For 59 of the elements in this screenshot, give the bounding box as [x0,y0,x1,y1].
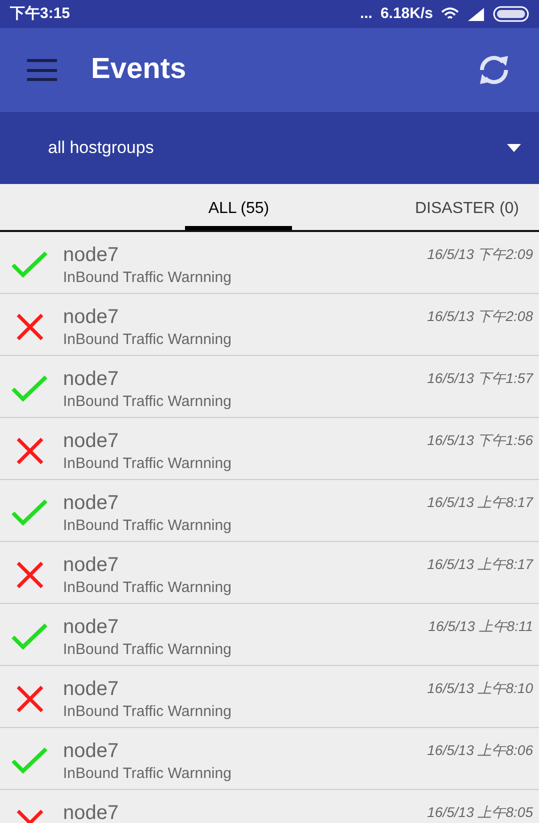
event-host: node7 [63,244,120,266]
event-host: node7 [63,430,120,452]
event-host: node7 [63,802,120,823]
event-host: node7 [63,368,120,390]
event-host: node7 [63,492,120,514]
dropdown-caret-icon [507,144,521,152]
cross-icon [15,684,45,714]
event-description: InBound Traffic Warnning [63,392,232,412]
event-row[interactable]: node7 InBound Traffic Warnning 16/5/13 下午1:56 [0,418,539,480]
event-time: 16/5/13 上午8:11 [428,617,533,636]
network-speed: 6.18K/s [380,4,433,24]
event-time: 16/5/13 上午8:05 [427,803,533,822]
status-time: 下午3:15 [10,4,70,24]
event-host: node7 [63,306,120,328]
check-icon [11,498,49,528]
event-description: InBound Traffic Warnning [63,268,232,288]
tab[interactable]: DISASTER (0) [394,184,539,230]
event-row[interactable]: node7 InBound Traffic Warnning 16/5/13 上午8:06 [0,728,539,790]
event-row[interactable]: node7 InBound Traffic Warnning 16/5/13 下午1:57 [0,356,539,418]
event-row[interactable]: node7 InBound Traffic Warnning 16/5/13 下午2:08 [0,294,539,356]
event-time: 16/5/13 下午2:08 [427,307,533,326]
event-description: InBound Traffic Warnning [63,516,232,536]
check-icon [11,250,49,280]
event-row[interactable]: node7 InBound Traffic Warnning 16/5/13 上午8:11 [0,604,539,666]
event-time: 16/5/13 下午2:09 [427,245,533,264]
check-icon [11,622,49,652]
event-description: InBound Traffic Warnning [63,640,232,660]
cross-icon [15,312,45,342]
cross-icon [15,560,45,590]
battery-icon [493,6,529,22]
event-time: 16/5/13 上午8:10 [427,679,533,698]
event-host: node7 [63,554,120,576]
event-row[interactable]: node7 InBound Traffic Warnning 16/5/13 上午8:17 [0,480,539,542]
event-description: InBound Traffic Warnning [63,764,232,784]
toolbar-title: Events [91,52,186,88]
event-host: node7 [63,616,120,638]
signal-icon [467,8,485,20]
event-time: 16/5/13 下午1:56 [427,431,533,450]
event-description: InBound Traffic Warnning [63,702,232,722]
event-description: InBound Traffic Warnning [63,454,232,474]
event-time: 16/5/13 上午8:17 [427,493,533,512]
hostgroup-dropdown[interactable]: all hostgroups [0,112,539,184]
event-row[interactable]: node7 16/5/13 上午8:05 [0,790,539,823]
cross-icon [15,436,45,466]
event-row[interactable]: node7 InBound Traffic Warnning 16/5/13 上午8:10 [0,666,539,728]
event-time: 16/5/13 上午8:17 [427,555,533,574]
event-row[interactable]: node7 InBound Traffic Warnning 16/5/13 下午2:09 [0,232,539,294]
check-icon [11,746,49,776]
tab[interactable]: ALL (55) [185,184,292,230]
event-description: InBound Traffic Warnning [63,330,232,350]
check-icon [11,374,49,404]
event-host: node7 [63,678,120,700]
event-time: 16/5/13 下午1:57 [427,369,533,388]
status-more: ... [360,4,372,24]
event-row[interactable]: node7 InBound Traffic Warnning 16/5/13 上午8:17 [0,542,539,604]
event-host: node7 [63,740,120,762]
event-time: 16/5/13 上午8:06 [427,741,533,760]
wifi-icon [441,7,459,21]
event-description: InBound Traffic Warnning [63,578,232,598]
